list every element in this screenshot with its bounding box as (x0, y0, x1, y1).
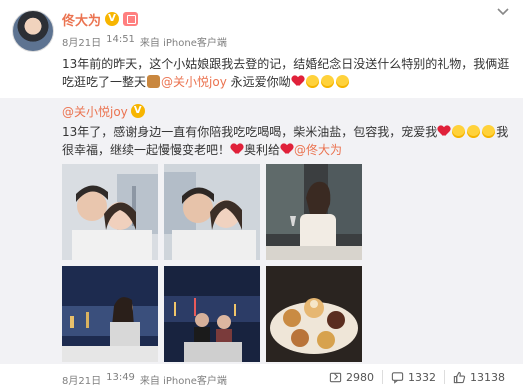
heart-emoji-icon (231, 144, 243, 155)
author-row: 佟大为 V (62, 10, 139, 29)
member-badge-icon (123, 12, 139, 26)
like-icon (453, 371, 466, 383)
like-button[interactable]: 13138 (444, 370, 513, 384)
action-bar: 2980 1332 13138 (321, 370, 513, 384)
repost-mention[interactable]: @佟大为 (294, 143, 342, 157)
avatar[interactable] (12, 10, 54, 52)
post-meta: 8月21日 14:51 来自 iPhone客户端 (62, 34, 227, 49)
post-time[interactable]: 14:51 (106, 34, 135, 49)
post-text-part-2: 永远爱你呦 (226, 75, 291, 89)
post-date[interactable]: 8月21日 (62, 34, 101, 49)
author-name[interactable]: 佟大为 (62, 10, 101, 29)
repost-meta: 8月21日 13:49 来自 iPhone客户端 (62, 372, 227, 387)
post-mention[interactable]: @关小悦joy (161, 75, 227, 89)
repost-author[interactable]: @关小悦joy (62, 103, 128, 120)
repost-block[interactable]: @关小悦joy V 13年了，感谢身边一直有你陪我吃吃喝喝，柴米油盐，包容我，宠… (0, 98, 523, 364)
chevron-down-icon[interactable] (495, 6, 511, 18)
comment-icon (391, 371, 404, 384)
smile-emoji-icon (452, 125, 466, 138)
comment-count: 1332 (408, 370, 436, 384)
photo-thumbnail[interactable] (62, 164, 158, 260)
repost-date[interactable]: 8月21日 (62, 372, 101, 387)
repost-time[interactable]: 13:49 (106, 372, 135, 387)
smile-emoji-icon (467, 125, 481, 138)
repost-source: 来自 iPhone客户端 (139, 376, 227, 387)
smile-emoji-icon (482, 125, 496, 138)
comment-button[interactable]: 1332 (382, 370, 444, 384)
repost-author-row: @关小悦joy V (62, 103, 145, 119)
weibo-post-card: 佟大为 V 8月21日 14:51 来自 iPhone客户端 13年前的昨天，这… (0, 0, 523, 392)
repost-text-part-3: 奥利给 (244, 143, 281, 157)
photo-thumbnail[interactable] (164, 164, 260, 260)
photo-thumbnail[interactable] (266, 266, 362, 362)
smile-emoji-icon (335, 75, 349, 88)
cake-emoji-icon (147, 75, 161, 88)
photo-thumbnail[interactable] (62, 266, 158, 362)
repost-text-part-1: 13年了，感谢身边一直有你陪我吃吃喝喝，柴米油盐，包容我，宠爱我 (62, 125, 438, 139)
smile-emoji-icon (320, 75, 334, 88)
photo-thumbnail[interactable] (164, 266, 260, 362)
repost-icon (329, 372, 342, 382)
repost-text: 13年了，感谢身边一直有你陪我吃吃喝喝，柴米油盐，包容我，宠爱我 我很幸福，继续一… (62, 123, 514, 159)
post-source: 来自 iPhone客户端 (139, 38, 227, 49)
like-count: 13138 (470, 370, 505, 384)
post-text: 13年前的昨天，这个小姑娘跟我去登的记，结婚纪念日没送什么特别的礼物，我俩逛吃逛… (62, 55, 512, 91)
verified-icon: V (105, 12, 120, 26)
heart-emoji-icon (292, 76, 304, 87)
photo-thumbnail[interactable] (266, 164, 362, 260)
repost-button[interactable]: 2980 (321, 370, 382, 384)
heart-emoji-icon (281, 144, 293, 155)
smile-emoji-icon (305, 75, 319, 88)
heart-emoji-icon (438, 126, 450, 137)
repost-count: 2980 (346, 370, 374, 384)
verified-icon: V (130, 104, 145, 118)
